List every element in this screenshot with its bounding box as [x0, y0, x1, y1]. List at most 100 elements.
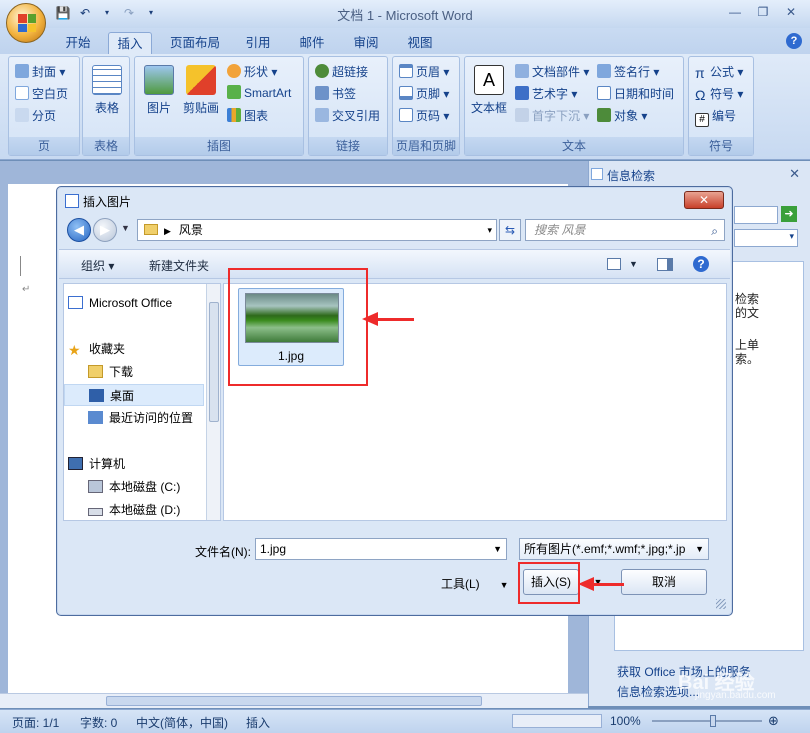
- tab-page-layout[interactable]: 页面布局: [164, 32, 226, 54]
- dialog-help-icon[interactable]: ?: [693, 256, 709, 272]
- organize-button[interactable]: 组织 ▾: [81, 257, 114, 274]
- picture-button[interactable]: 图片: [139, 65, 179, 116]
- shapes-button[interactable]: 形状 ▾: [227, 63, 277, 80]
- word-count[interactable]: 字数: 0: [80, 714, 117, 731]
- page-number-button[interactable]: 页码 ▾: [399, 107, 449, 124]
- tab-insert[interactable]: 插入: [108, 32, 152, 54]
- file-type-dropdown-icon[interactable]: ▼: [692, 539, 704, 559]
- symbol-button[interactable]: Ω 符号 ▾: [695, 85, 743, 103]
- chart-button[interactable]: 图表: [227, 107, 268, 124]
- forward-arrow-icon[interactable]: ▶: [93, 218, 117, 242]
- minimize-button[interactable]: —: [722, 2, 748, 22]
- clipart-button[interactable]: 剪贴画: [179, 65, 223, 116]
- nav-item-computer[interactable]: 计算机: [64, 453, 204, 475]
- blank-page-button[interactable]: 空白页: [15, 85, 68, 102]
- filename-dropdown-icon[interactable]: ▼: [493, 539, 502, 559]
- nav-item-microsoft-office[interactable]: Microsoft Office: [64, 292, 204, 314]
- filename-input[interactable]: 1.jpg ▼: [255, 538, 507, 560]
- nav-item-downloads[interactable]: 下载: [64, 361, 204, 383]
- paragraph-mark-icon: ↵: [22, 284, 31, 295]
- nav-item-drive-d[interactable]: 本地磁盘 (D:): [64, 499, 204, 521]
- drop-cap-button[interactable]: 首字下沉 ▾: [515, 107, 589, 124]
- research-search-input[interactable]: [734, 206, 778, 224]
- cross-reference-button[interactable]: 交叉引用: [315, 107, 380, 124]
- annotation-arrow-head: [578, 577, 594, 591]
- quick-parts-button[interactable]: 文档部件 ▾: [515, 63, 589, 80]
- status-bar: 页面: 1/1 字数: 0 中文(简体，中国) 插入 100% ⊕: [0, 709, 810, 733]
- office-logo-icon: [18, 14, 36, 32]
- preview-pane-icon[interactable]: [657, 258, 673, 271]
- research-pane-title: 信息检索: [607, 169, 656, 183]
- equation-button[interactable]: π 公式 ▾: [695, 63, 743, 81]
- tab-mailings[interactable]: 邮件: [292, 32, 332, 54]
- insert-mode[interactable]: 插入: [246, 714, 270, 731]
- numbering-button[interactable]: # 编号: [695, 107, 736, 127]
- tab-references[interactable]: 引用: [238, 32, 278, 54]
- research-pane-close-button[interactable]: ✕: [789, 166, 800, 182]
- bookmark-button[interactable]: 书签: [315, 85, 356, 102]
- cancel-button[interactable]: 取消: [621, 569, 707, 595]
- tools-button[interactable]: 工具(L) ▼: [441, 575, 509, 592]
- research-text: 的文: [735, 306, 760, 320]
- smartart-button[interactable]: SmartArt: [227, 85, 291, 100]
- address-bar-row: ◀ ▶ ▼ ▶ 风景 ▾ ⇆ 搜索 风景 ⌕: [63, 217, 727, 243]
- bookmark-icon: [315, 86, 329, 100]
- page-count[interactable]: 页面: 1/1: [12, 714, 59, 731]
- tab-home[interactable]: 开始: [58, 32, 98, 54]
- back-arrow-icon[interactable]: ◀: [67, 218, 91, 242]
- nav-scrollbar[interactable]: [206, 284, 220, 520]
- language-indicator[interactable]: 中文(简体，中国): [136, 714, 228, 731]
- wordart-button[interactable]: 艺术字 ▾: [515, 85, 577, 102]
- footer-icon: [399, 86, 413, 100]
- file-type-select[interactable]: 所有图片(*.emf;*.wmf;*.jpg;*.jp ▼: [519, 538, 709, 560]
- research-source-select[interactable]: ▾: [734, 229, 798, 247]
- refresh-icon[interactable]: ⇆: [499, 219, 521, 241]
- scrollbar-thumb[interactable]: [106, 696, 482, 706]
- tab-view[interactable]: 视图: [400, 32, 440, 54]
- address-bar[interactable]: ▶ 风景 ▾: [137, 219, 497, 241]
- table-button[interactable]: 表格: [89, 65, 125, 116]
- cover-page-button[interactable]: 封面 ▾: [15, 63, 65, 80]
- view-options-icon[interactable]: [607, 258, 621, 270]
- header-button[interactable]: 页眉 ▾: [399, 63, 449, 80]
- office-button[interactable]: [6, 3, 46, 43]
- zoom-slider-thumb[interactable]: [710, 715, 716, 727]
- nav-item-favorites[interactable]: ★ 收藏夹: [64, 338, 204, 360]
- recent-pages-dropdown-icon[interactable]: ▼: [121, 223, 130, 233]
- resize-grip-icon[interactable]: [716, 599, 726, 609]
- restore-button[interactable]: ❐: [750, 2, 776, 22]
- help-icon[interactable]: ?: [786, 33, 802, 49]
- title-bar: 💾 ↶ ▾ ↷ ▾ 文档 1 - Microsoft Word — ❐ ✕: [0, 0, 810, 43]
- nav-item-recent-places[interactable]: 最近访问的位置: [64, 407, 204, 429]
- hyperlink-button[interactable]: 超链接: [315, 63, 368, 80]
- page-break-button[interactable]: 分页: [15, 107, 56, 124]
- textbox-button[interactable]: A 文本框: [469, 65, 509, 116]
- nav-scrollbar-thumb[interactable]: [209, 302, 219, 422]
- recent-places-icon: [88, 411, 103, 424]
- nav-item-drive-c[interactable]: 本地磁盘 (C:): [64, 476, 204, 498]
- group-pages: 封面 ▾ 空白页 分页 页: [8, 56, 80, 156]
- tab-review[interactable]: 审阅: [346, 32, 386, 54]
- shapes-icon: [227, 64, 241, 78]
- view-buttons[interactable]: [512, 714, 602, 728]
- date-time-button[interactable]: 日期和时间: [597, 85, 674, 102]
- object-button[interactable]: 对象 ▾: [597, 107, 647, 124]
- close-window-button[interactable]: ✕: [778, 2, 804, 22]
- nav-item-desktop[interactable]: 桌面: [64, 384, 204, 406]
- search-input[interactable]: 搜索 风景 ⌕: [525, 219, 725, 241]
- zoom-slider[interactable]: [652, 720, 762, 722]
- zoom-in-icon[interactable]: ⊕: [768, 713, 779, 729]
- signature-icon: [597, 64, 611, 78]
- signature-line-button[interactable]: 签名行 ▾: [597, 63, 659, 80]
- dialog-close-button[interactable]: ✕: [684, 191, 724, 209]
- research-go-icon[interactable]: ➜: [781, 206, 797, 222]
- drive-d-icon: [88, 508, 103, 516]
- horizontal-scrollbar[interactable]: [0, 693, 588, 708]
- window-title: 文档 1 - Microsoft Word: [337, 8, 473, 23]
- filename-label: 文件名(N):: [195, 545, 251, 559]
- view-dropdown-icon[interactable]: ▼: [629, 259, 638, 269]
- ribbon-tabs: 开始 插入 页面布局 引用 邮件 审阅 视图 ?: [0, 28, 810, 54]
- zoom-level[interactable]: 100%: [610, 714, 641, 728]
- footer-button[interactable]: 页脚 ▾: [399, 85, 449, 102]
- new-folder-button[interactable]: 新建文件夹: [149, 257, 209, 274]
